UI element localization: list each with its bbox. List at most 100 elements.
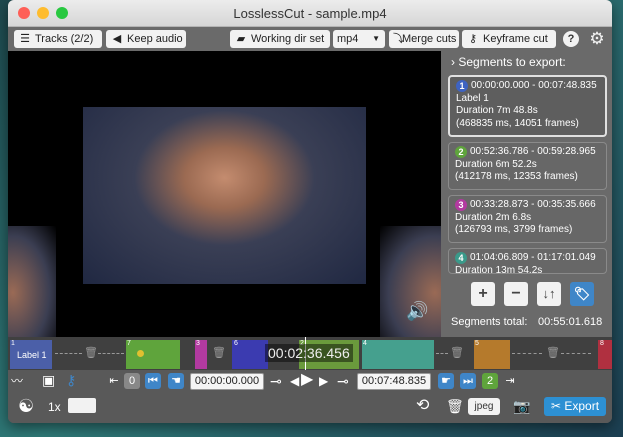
keep-audio-label: Keep audio: [127, 33, 183, 45]
format-select[interactable]: mp4 ▼: [333, 30, 385, 48]
jump-cut-end-icon[interactable]: ⏭: [460, 373, 476, 389]
timeline[interactable]: 1 Label 1 🗑 7 3 🗑 6 2 4 🗑 5 🗑 8 00:02:36…: [8, 337, 612, 370]
video-frame: [83, 107, 366, 284]
segment-number: 1: [456, 80, 468, 92]
menu-icon: ☰: [20, 33, 30, 45]
segments-total-value: 00:55:01.618: [538, 316, 603, 328]
play-icon[interactable]: ▶: [301, 372, 313, 388]
trash-icon[interactable]: 🗑: [450, 346, 464, 359]
segment-label: Label 1: [456, 92, 489, 104]
export-label: Export: [564, 399, 600, 413]
gear-icon[interactable]: ⚙: [588, 30, 606, 48]
segment-range: 01:04:06.809 - 01:17:01.049: [470, 252, 596, 263]
timeline-segment-7[interactable]: [126, 340, 180, 369]
playback-speed-label: 1x: [48, 400, 61, 414]
segment-item-2[interactable]: 2 00:52:36.786 - 00:59:28.965 Duration 6m…: [448, 142, 607, 190]
step-back-icon[interactable]: ◀: [290, 373, 299, 389]
trash-icon[interactable]: 🗑: [446, 398, 464, 414]
keyframe-cut-button[interactable]: ⚷ Keyframe cut: [462, 30, 556, 48]
set-cut-start-icon[interactable]: ☚: [168, 373, 184, 389]
title-bar: LosslessCut - sample.mp4: [8, 0, 612, 27]
merge-cuts-button[interactable]: ⤵Merge cuts: [389, 30, 459, 48]
yin-yang-icon[interactable]: ☯: [18, 397, 34, 415]
segment-item-1[interactable]: 1 00:00:00.000 - 00:07:48.835 Label 1 Dur…: [448, 75, 607, 137]
capture-format-button[interactable]: jpeg: [468, 398, 500, 415]
timeline-segment-5[interactable]: [474, 340, 510, 369]
working-dir-button[interactable]: ▰ Working dir set: [230, 30, 330, 48]
segment-details: (126793 ms, 3799 frames): [455, 224, 573, 235]
jump-cut-start-icon[interactable]: ⏮: [145, 373, 161, 389]
tracks-button[interactable]: ☰ Tracks (2/2): [14, 30, 102, 48]
segment-item-4[interactable]: 4 01:04:06.809 - 01:17:01.049 Duration 13…: [448, 248, 607, 274]
playback-controls: 〰 ▣ ⚷ ⇤ 0 ⏮ ☚ 00:00:00.000 ⊸ ◀ ▶ ▶ ⊸ 00:…: [8, 370, 612, 423]
timeline-gap: [436, 353, 448, 355]
cut-end-marker-icon[interactable]: ⊸: [337, 373, 349, 389]
timeline-segment-number: 8: [600, 340, 604, 347]
right-segment-number[interactable]: 2: [482, 373, 498, 389]
segments-panel: › Segments to export: 1 00:00:00.000 - 00…: [441, 51, 612, 337]
keep-audio-button[interactable]: ◀ Keep audio: [106, 30, 186, 48]
marker-dot: [137, 350, 144, 357]
format-value: mp4: [337, 33, 359, 45]
rotate-icon[interactable]: ⟲: [416, 398, 429, 414]
step-forward-icon[interactable]: ▶: [319, 373, 328, 389]
export-button[interactable]: ✂ Export: [544, 397, 606, 416]
timeline-segment-number: 7: [127, 340, 131, 347]
segments-panel-title: › Segments to export:: [451, 55, 566, 69]
folder-icon: ▰: [236, 33, 246, 45]
scissors-icon: ✂: [550, 399, 562, 413]
timeline-segment-number: 6: [234, 340, 238, 347]
segment-item-3[interactable]: 3 00:33:28.873 - 00:35:35.666 Duration 2m…: [448, 195, 607, 243]
timeline-segment-number: 5: [475, 340, 479, 347]
segment-tools: + − ↓↑ 🏷: [441, 279, 612, 307]
chevron-down-icon: ▼: [372, 34, 380, 43]
trash-icon[interactable]: 🗑: [84, 346, 98, 359]
waveform-icon[interactable]: 〰: [11, 373, 23, 389]
trash-icon[interactable]: 🗑: [546, 346, 560, 359]
key-icon[interactable]: ⚷: [66, 372, 76, 388]
left-segment-number[interactable]: 0: [124, 373, 140, 389]
tag-icon[interactable]: 🏷: [570, 282, 594, 306]
segment-range: 00:00:00.000 - 00:07:48.835: [471, 80, 597, 91]
timeline-gap: [98, 353, 124, 355]
end-time-input[interactable]: 00:07:48.835: [357, 373, 431, 390]
segments-title-text: Segments to export:: [458, 55, 566, 69]
jump-last-segment-icon[interactable]: ⇥: [502, 373, 518, 389]
window-title: LosslessCut - sample.mp4: [233, 6, 387, 21]
trash-icon[interactable]: 🗑: [212, 346, 226, 359]
segment-duration: Duration 2m 6.8s: [455, 211, 532, 223]
segment-number: 2: [455, 146, 467, 158]
segment-number: 3: [455, 199, 467, 211]
thumbnails-icon[interactable]: ▣: [42, 372, 55, 388]
help-button[interactable]: ?: [563, 31, 579, 47]
help-icon: ?: [567, 33, 575, 45]
segment-range: 00:52:36.786 - 00:59:28.965: [470, 146, 596, 157]
video-player[interactable]: 🔊: [8, 51, 441, 337]
speed-select[interactable]: [68, 398, 96, 413]
app-window: LosslessCut - sample.mp4 ☰ Tracks (2/2) ◀…: [8, 0, 612, 423]
timeline-segment-number: 4: [363, 340, 367, 347]
segment-details: (468835 ms, 14051 frames): [456, 117, 579, 129]
minus-icon[interactable]: −: [504, 282, 528, 306]
segments-total-label: Segments total:: [451, 316, 528, 328]
video-frame-left-edge: [8, 226, 56, 337]
cut-start-marker-icon[interactable]: ⊸: [270, 373, 282, 389]
timeline-segment-4[interactable]: [362, 340, 434, 369]
volume-icon[interactable]: 🔊: [406, 301, 428, 322]
camera-icon[interactable]: 📷: [513, 398, 530, 414]
segment-duration: Duration 13m 54.2s: [455, 264, 543, 274]
jump-first-segment-icon[interactable]: ⇤: [106, 373, 122, 389]
sort-icon[interactable]: ↓↑: [537, 282, 561, 306]
merge-cuts-label: Merge cuts: [402, 33, 457, 45]
plus-icon[interactable]: +: [471, 282, 495, 306]
start-time-input[interactable]: 00:00:00.000: [190, 373, 264, 390]
timeline-gap: [561, 353, 591, 355]
set-cut-end-icon[interactable]: ☛: [438, 373, 454, 389]
key-icon: ⚷: [468, 33, 478, 45]
tracks-label: Tracks (2/2): [35, 33, 94, 45]
timeline-segment-number: 1: [11, 340, 15, 347]
working-dir-label: Working dir set: [251, 33, 325, 45]
current-timecode: 00:02:36.456: [265, 344, 353, 362]
segment-duration: Duration 7m 48.8s: [456, 105, 538, 116]
speaker-icon: ◀: [112, 33, 122, 45]
